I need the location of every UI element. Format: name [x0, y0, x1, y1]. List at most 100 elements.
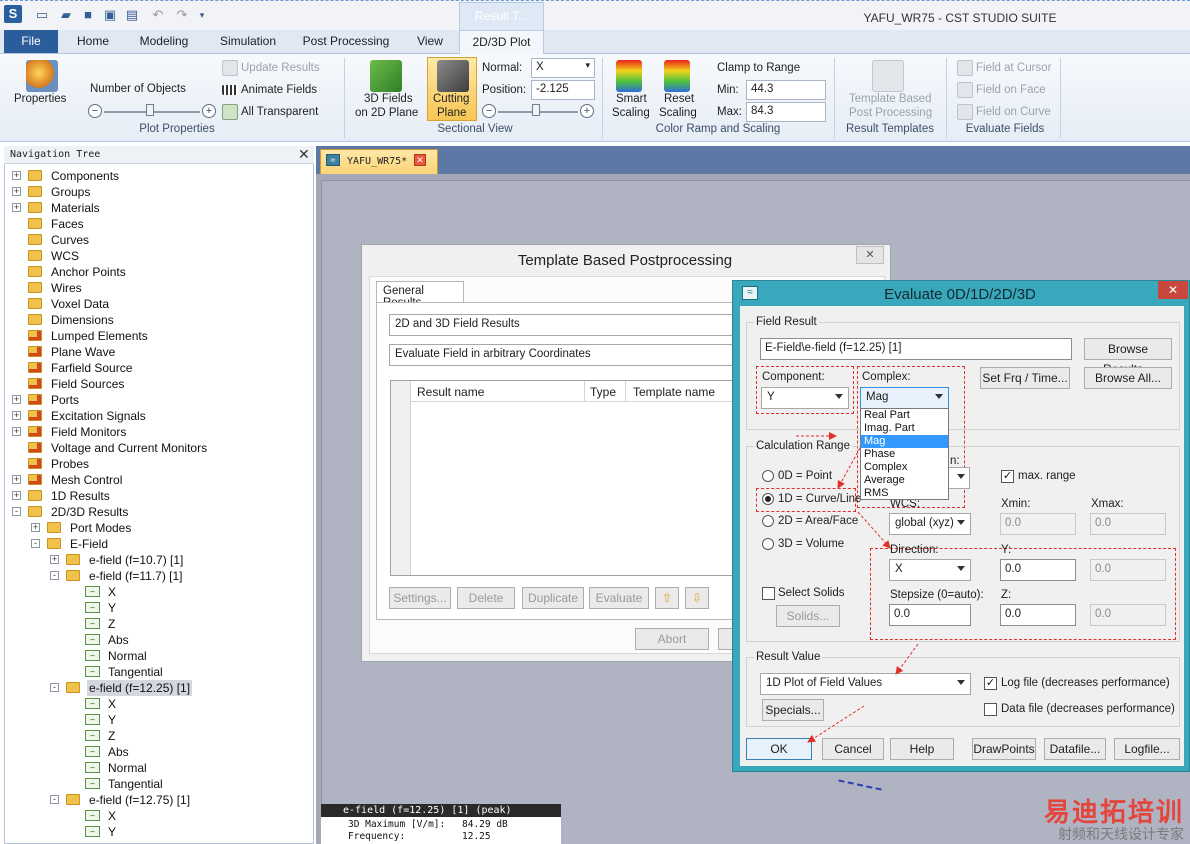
tab-simulation[interactable]: Simulation: [210, 30, 286, 54]
position-slider-thumb[interactable]: [532, 104, 540, 116]
template-select[interactable]: Evaluate Field in arbitrary Coordinates: [389, 344, 734, 366]
expand-icon[interactable]: +: [12, 171, 21, 180]
decrease-objects-button[interactable]: −: [88, 104, 102, 118]
smart-scaling-label-2[interactable]: Scaling: [612, 107, 650, 119]
tree-item[interactable]: ~ Y: [8, 600, 308, 616]
close-icon[interactable]: ✕: [298, 146, 310, 163]
3d-fields-label-1[interactable]: 3D Fields: [364, 93, 413, 105]
tree-item[interactable]: + Port Modes: [8, 520, 308, 536]
results-table[interactable]: [390, 380, 734, 576]
tab-post-processing[interactable]: Post Processing: [296, 30, 396, 54]
reset-scaling-label-1[interactable]: Reset: [664, 93, 694, 105]
template-postprocessing-icon[interactable]: [872, 60, 904, 92]
tree-item[interactable]: ~ Tangential: [8, 776, 308, 792]
move-up-icon[interactable]: ⇧: [655, 587, 679, 609]
tree-item[interactable]: - E-Field: [8, 536, 308, 552]
smart-scaling-label-1[interactable]: Smart: [616, 93, 647, 105]
new-file-icon[interactable]: ▭: [34, 7, 50, 23]
min-input[interactable]: 44.3: [746, 80, 826, 100]
increase-objects-button[interactable]: +: [202, 104, 216, 118]
tree-item[interactable]: ~ Abs: [8, 744, 308, 760]
duplicate-button[interactable]: Duplicate: [522, 587, 584, 609]
evaluate-dialog-close-icon[interactable]: ✕: [1158, 281, 1188, 299]
delete-button[interactable]: Delete: [457, 587, 515, 609]
tree-item[interactable]: WCS: [8, 248, 308, 264]
animate-fields-button[interactable]: Animate Fields: [241, 84, 317, 96]
tab-view[interactable]: View: [408, 30, 452, 54]
properties-button-label[interactable]: Properties: [14, 93, 66, 105]
tree-item[interactable]: Anchor Points: [8, 264, 308, 280]
evaluate-button[interactable]: Evaluate: [589, 587, 649, 609]
save-icon[interactable]: ■: [80, 7, 96, 23]
collapse-icon[interactable]: -: [50, 683, 59, 692]
expand-icon[interactable]: +: [12, 427, 21, 436]
tree-item[interactable]: + Excitation Signals: [8, 408, 308, 424]
collapse-icon[interactable]: -: [12, 507, 21, 516]
tree-item[interactable]: Probes: [8, 456, 308, 472]
tree-item[interactable]: Field Sources: [8, 376, 308, 392]
tree-item[interactable]: + Materials: [8, 200, 308, 216]
tree-item[interactable]: Lumped Elements: [8, 328, 308, 344]
abort-button[interactable]: Abort: [635, 628, 709, 650]
tree-item[interactable]: ~ Y: [8, 824, 308, 840]
tree-item[interactable]: - e-field (f=11.7) [1]: [8, 568, 308, 584]
print-icon[interactable]: ▤: [124, 7, 140, 23]
normal-select[interactable]: X ▾: [531, 58, 595, 78]
undo-icon[interactable]: ↶: [150, 7, 166, 23]
tree-item[interactable]: + Ports: [8, 392, 308, 408]
app-logo-icon[interactable]: S: [4, 5, 22, 23]
quick-access-dropdown-icon[interactable]: ▾: [194, 7, 210, 23]
reset-scaling-icon[interactable]: [664, 60, 690, 92]
tree-item[interactable]: + e-field (f=10.7) [1]: [8, 552, 308, 568]
browse-all-button[interactable]: Browse All...: [1084, 367, 1172, 389]
tree-item[interactable]: Wires: [8, 280, 308, 296]
tree-item[interactable]: ~ Z: [8, 728, 308, 744]
save-all-icon[interactable]: ▣: [102, 7, 118, 23]
tree-item[interactable]: Faces: [8, 216, 308, 232]
position-input[interactable]: -2.125: [531, 80, 595, 100]
field-on-curve-button[interactable]: Field on Curve: [976, 106, 1051, 118]
field-at-cursor-button[interactable]: Field at Cursor: [976, 62, 1051, 74]
position-decrease-button[interactable]: −: [482, 104, 496, 118]
field-on-face-button[interactable]: Field on Face: [976, 84, 1046, 96]
col-template-name[interactable]: Template name: [633, 385, 715, 399]
smart-scaling-icon[interactable]: [616, 60, 642, 92]
cutting-plane-label-2[interactable]: Plane: [437, 107, 466, 119]
tree-item[interactable]: Plane Wave: [8, 344, 308, 360]
tree-item[interactable]: ~ X: [8, 808, 308, 824]
tree-item[interactable]: Curves: [8, 232, 308, 248]
tree-item[interactable]: ~ Z: [8, 616, 308, 632]
open-folder-icon[interactable]: ▰: [58, 7, 74, 23]
cutting-plane-icon[interactable]: [437, 60, 469, 92]
collapse-icon[interactable]: -: [31, 539, 40, 548]
expand-icon[interactable]: +: [50, 555, 59, 564]
all-transparent-button[interactable]: All Transparent: [241, 106, 318, 118]
3d-fields-label-2[interactable]: on 2D Plane: [355, 107, 418, 119]
expand-icon[interactable]: +: [12, 491, 21, 500]
tree-item[interactable]: Voltage and Current Monitors: [8, 440, 308, 456]
collapse-icon[interactable]: -: [50, 571, 59, 580]
tree-item[interactable]: + Groups: [8, 184, 308, 200]
update-results-button[interactable]: Update Results: [241, 62, 320, 74]
tab-general-results[interactable]: General Results: [376, 281, 464, 309]
settings-button[interactable]: Settings...: [389, 587, 451, 609]
tree-item[interactable]: ~ Normal: [8, 648, 308, 664]
move-down-icon[interactable]: ⇩: [685, 587, 709, 609]
redo-icon[interactable]: ↷: [174, 7, 190, 23]
collapse-icon[interactable]: -: [50, 795, 59, 804]
template-dialog-close-icon[interactable]: ✕: [856, 246, 884, 264]
tree-item[interactable]: ~ X: [8, 696, 308, 712]
cutting-plane-label-1[interactable]: Cutting: [433, 93, 469, 105]
template-based-label-2[interactable]: Post Processing: [849, 107, 932, 119]
tree-item[interactable]: ~ X: [8, 584, 308, 600]
tree-item[interactable]: + Field Monitors: [8, 424, 308, 440]
properties-gear-icon[interactable]: [26, 60, 58, 92]
max-input[interactable]: 84.3: [746, 102, 826, 122]
field-result-input[interactable]: E-Field\e-field (f=12.25) [1]: [760, 338, 1072, 360]
tab-modeling[interactable]: Modeling: [130, 30, 198, 54]
tree-item[interactable]: + Mesh Control: [8, 472, 308, 488]
col-type[interactable]: Type: [590, 385, 616, 399]
tab-file[interactable]: File: [4, 30, 58, 53]
tree-item[interactable]: +1D Results: [8, 488, 308, 504]
tree-item[interactable]: - e-field (f=12.25) [1]: [8, 680, 308, 696]
